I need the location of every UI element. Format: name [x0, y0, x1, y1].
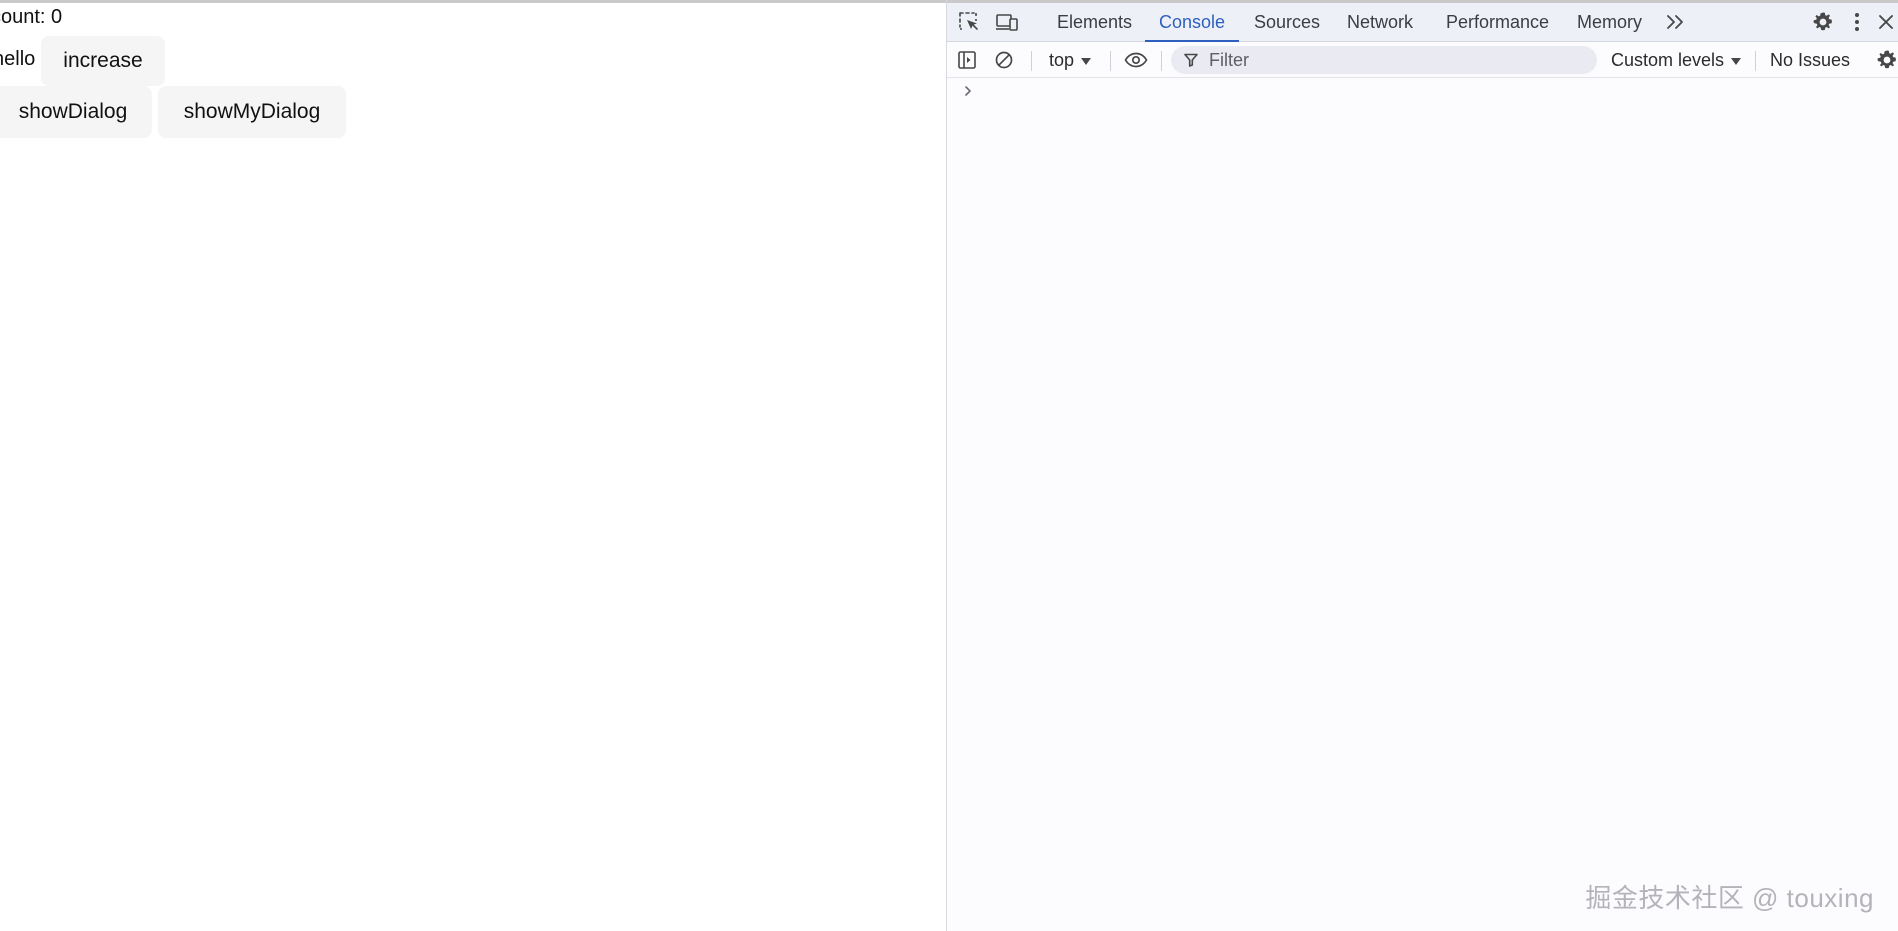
double-chevron-right-icon[interactable] — [1663, 11, 1687, 33]
filter-placeholder: Filter — [1209, 49, 1249, 70]
context-selector[interactable]: top — [1049, 42, 1092, 78]
screen: count: 0 hello increase showDialog showM… — [0, 0, 1898, 931]
issues-label: No Issues — [1770, 49, 1851, 70]
page-viewport: count: 0 hello increase showDialog showM… — [0, 0, 946, 931]
tab-memory[interactable]: Memory — [1577, 3, 1642, 41]
filter-input[interactable]: Filter — [1171, 46, 1597, 74]
log-levels-label: Custom levels — [1611, 49, 1725, 70]
dropdown-triangle-icon — [1081, 50, 1092, 71]
context-label: top — [1049, 49, 1075, 70]
settings-gear-icon[interactable] — [1811, 10, 1835, 34]
hello-text: hello — [0, 48, 36, 70]
toolbar-divider — [1161, 51, 1162, 71]
more-options-icon[interactable] — [1849, 10, 1865, 34]
watermark: 掘金技术社区 @ touxing — [1585, 883, 1874, 913]
console-toolbar: top Filter Custom levels No Issues — [947, 42, 1898, 78]
tab-sources[interactable]: Sources — [1254, 3, 1320, 41]
dropdown-triangle-icon — [1731, 50, 1742, 71]
tab-performance[interactable]: Performance — [1446, 3, 1549, 41]
toolbar-divider — [1110, 51, 1111, 71]
toolbar-divider — [1031, 51, 1032, 71]
toolbar-divider — [1755, 51, 1756, 71]
tab-console[interactable]: Console — [1144, 3, 1240, 42]
sidebar-toggle-icon[interactable] — [956, 49, 978, 71]
show-dialog-button[interactable]: showDialog — [0, 86, 152, 138]
show-my-dialog-button[interactable]: showMyDialog — [158, 86, 346, 138]
clear-console-icon[interactable] — [993, 49, 1015, 71]
eye-icon[interactable] — [1123, 49, 1149, 71]
filter-funnel-icon — [1183, 52, 1199, 68]
increase-button[interactable]: increase — [41, 36, 165, 86]
log-levels-dropdown[interactable]: Custom levels — [1611, 42, 1742, 78]
inspect-element-icon[interactable] — [956, 9, 982, 35]
issues-counter[interactable]: No Issues — [1770, 42, 1850, 78]
count-text: count: 0 — [0, 6, 63, 28]
tab-elements[interactable]: Elements — [1057, 3, 1132, 41]
devtools-tabbar: Elements Console Sources Network Perform… — [947, 0, 1898, 42]
console-prompt-chevron-icon — [963, 84, 973, 102]
console-settings-gear-icon[interactable] — [1875, 48, 1898, 72]
console-output[interactable] — [947, 78, 1898, 931]
device-toolbar-icon[interactable] — [994, 9, 1020, 35]
close-icon[interactable] — [1875, 11, 1897, 33]
devtools-panel: Elements Console Sources Network Perform… — [946, 0, 1898, 931]
tab-network[interactable]: Network — [1347, 3, 1413, 41]
